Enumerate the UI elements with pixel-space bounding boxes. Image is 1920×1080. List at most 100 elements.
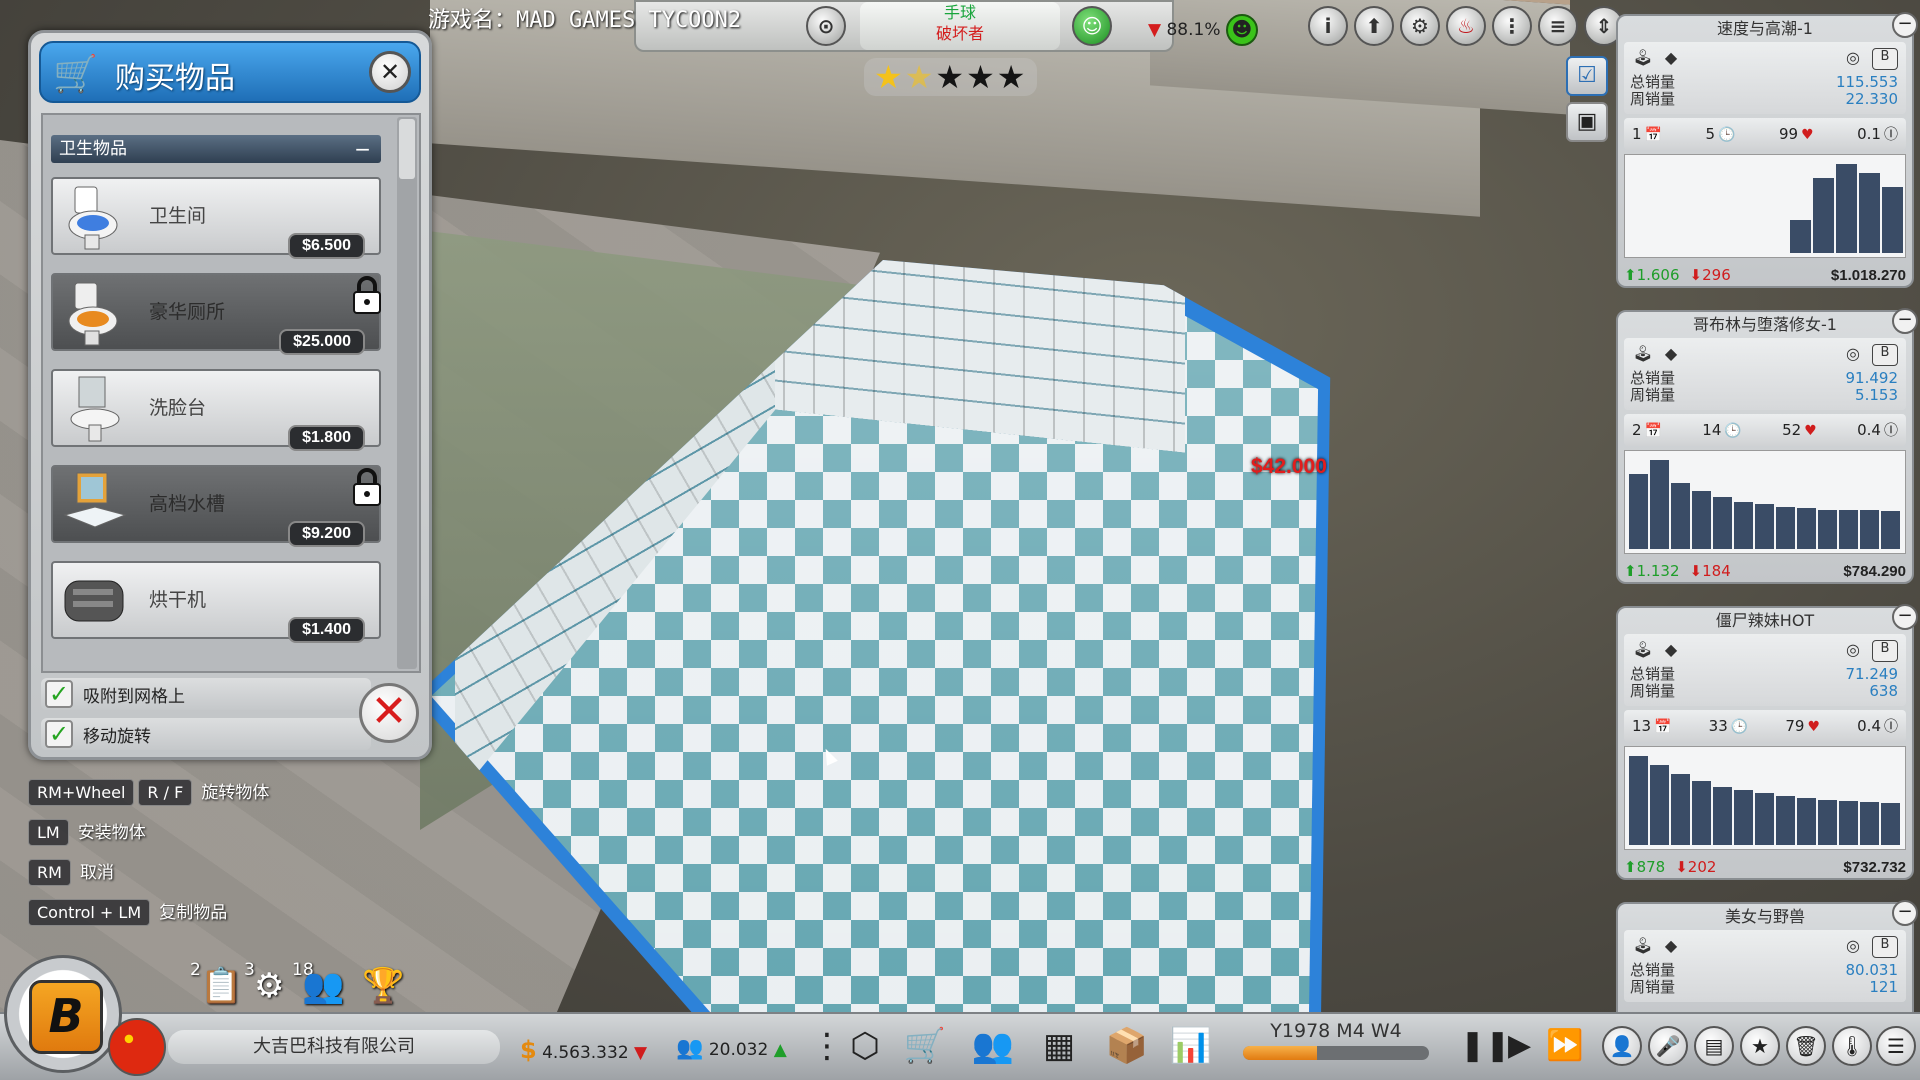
snap-to-grid-toggle[interactable]: ✓ 吸附到网格上 xyxy=(41,678,371,710)
weekly-sales-label: 周销量 xyxy=(1630,386,1676,404)
trash-icon[interactable]: 🗑 xyxy=(1786,1026,1826,1066)
panel-header: 🛒 购买物品 ✕ xyxy=(39,41,421,103)
collapse-icon[interactable]: − xyxy=(354,135,371,163)
list-item[interactable]: 烘干机 $1.400 xyxy=(51,561,381,643)
hint-desc: 安装物体 xyxy=(77,823,146,843)
hand-dryer-icon xyxy=(64,580,124,622)
game-card[interactable]: 速度与高潮-1− 🕹 ◆ ◎ B 总销量 周销量 115.553 22.330 … xyxy=(1616,12,1918,288)
list-scrollbar[interactable] xyxy=(397,117,417,669)
upgrade-arrow-icon[interactable]: ⬆ xyxy=(1354,6,1394,46)
platform-icon: ◆ xyxy=(1664,344,1678,363)
total-sales-value: 91.492 xyxy=(1845,369,1899,387)
sales-bar xyxy=(1776,796,1795,845)
shop-cart-icon[interactable]: 🛒 xyxy=(898,1020,952,1072)
rating-down-arrow-icon: ▼ xyxy=(1148,20,1162,40)
settings-menu-icon[interactable]: ☰ xyxy=(1876,1026,1916,1066)
monitor-button[interactable]: ▣ xyxy=(1566,102,1608,142)
scrollbar-thumb[interactable] xyxy=(399,119,415,179)
sales-labels: 总销量 周销量 xyxy=(1630,666,1675,700)
hint-rotate: RM+Wheel R / F 旋转物体 xyxy=(28,778,269,808)
fast-forward-button[interactable]: ⏩ xyxy=(1546,1028,1583,1063)
item-list[interactable]: 卫生物品 − 卫生间 $6.500 豪华厕所 $25.000 洗脸台 $1.80… xyxy=(41,113,421,673)
list-item[interactable]: 卫生间 $6.500 xyxy=(51,177,381,259)
steering-wheel-icon[interactable]: ⊙ xyxy=(806,6,846,46)
gears-icon[interactable]: ⚙ xyxy=(1400,6,1440,46)
sales-box: 🕹 ◆ ◎ B 总销量 周销量 71.249 638 xyxy=(1624,634,1906,706)
calculator-icon[interactable]: ▦ xyxy=(1032,1020,1086,1072)
category-header[interactable]: 卫生物品 − xyxy=(51,135,381,163)
machines-stat[interactable]: 3 ⚙ xyxy=(244,960,298,1010)
list-item[interactable]: 洗脸台 $1.800 xyxy=(51,369,381,451)
total-sales-label: 总销量 xyxy=(1630,961,1676,979)
hint-copy: Control + LM 复制物品 xyxy=(28,898,227,928)
weeks-value: 2 xyxy=(1632,421,1642,439)
options-icon[interactable]: ⋮ xyxy=(1492,6,1532,46)
cancel-placement-button[interactable]: ✕ xyxy=(359,683,419,743)
stats-row: 13 📅 33 🕒 79 ♥ 0.4 Ⓘ xyxy=(1624,710,1906,742)
star-icon: ★ xyxy=(996,58,1028,96)
genre-display[interactable]: 手球 破坏者 xyxy=(860,2,1060,50)
game-card[interactable]: 美女与野兽 − 🕹 ◆ ◎ B 总销量 周销量 80.031 121 xyxy=(1616,900,1918,1022)
tasks-stat[interactable]: 2 📋 xyxy=(190,960,244,1010)
company-name[interactable]: 大吉巴科技有限公司 xyxy=(168,1030,500,1064)
collapse-button[interactable]: − xyxy=(1892,900,1918,926)
close-button[interactable]: ✕ xyxy=(369,51,411,93)
total-sales-value: 80.031 xyxy=(1845,961,1899,979)
package-icon[interactable]: 📦 xyxy=(1100,1020,1154,1072)
game-card[interactable]: 僵尸辣妹HOT − 🕹 ◆ ◎ B 总销量 周销量 71.249 638 13 📅 … xyxy=(1616,604,1918,880)
collapse-button[interactable]: − xyxy=(1892,308,1918,334)
ghost-icon[interactable]: ☺ xyxy=(1072,6,1112,46)
ip-value: 0.4 xyxy=(1857,717,1881,735)
star-icon: ★ xyxy=(904,58,936,96)
sales-bar xyxy=(1797,508,1816,549)
card-footer: ⬆ 1.606 ⬇ 296 $1.018.270 xyxy=(1624,262,1906,288)
sales-box: 🕹 ◆ ◎ B 总销量 周销量 80.031 121 xyxy=(1624,930,1906,1002)
money-value: 4.563.332 xyxy=(542,1043,629,1063)
awards-stat[interactable]: 🏆 xyxy=(352,960,406,1010)
pause-button[interactable]: ❚❚ xyxy=(1460,1028,1510,1063)
favorites-icon[interactable]: ★ xyxy=(1740,1026,1780,1066)
staff-icon[interactable]: 👥 xyxy=(966,1020,1020,1072)
news-icon[interactable]: ▤ xyxy=(1694,1026,1734,1066)
fans-display[interactable]: 👥 20.032 ▲ xyxy=(676,1036,787,1061)
sales-bar xyxy=(1755,793,1774,845)
statistics-icon[interactable]: 📊 xyxy=(1164,1020,1218,1072)
hype-value: 33 xyxy=(1708,717,1728,735)
game-card[interactable]: 哥布林与堕落修女-1 − 🕹 ◆ ◎ B 总销量 周销量 91.492 5.153… xyxy=(1616,308,1918,584)
weeks-value: 1 xyxy=(1632,125,1642,143)
play-button[interactable]: ▶ xyxy=(1508,1028,1531,1063)
money-display[interactable]: $ 4.563.332 ▼ xyxy=(520,1036,647,1064)
key-label: R / F xyxy=(138,779,193,806)
company-logo[interactable]: B xyxy=(4,955,122,1073)
up-arrow-icon: ⬆ xyxy=(1624,266,1637,284)
fire-alarm-icon[interactable]: ♨ xyxy=(1446,6,1486,46)
game-title: 速度与高潮-1 xyxy=(1717,19,1813,38)
build-cube-icon[interactable]: ⬡ xyxy=(838,1020,892,1072)
trophy-icon: 🏆 xyxy=(362,966,405,1006)
weekly-sales-label: 周销量 xyxy=(1630,90,1676,108)
joystick-icon: 🕹 xyxy=(1632,640,1654,659)
sales-bar xyxy=(1882,187,1903,253)
weekly-sales-chart xyxy=(1624,154,1906,258)
move-rotate-toggle[interactable]: ✓ 移动旋转 xyxy=(41,718,371,750)
list-item[interactable]: 高档水槽 $9.200 xyxy=(51,465,381,547)
microphone-icon[interactable]: 🎤 xyxy=(1648,1026,1688,1066)
love-value: 79 xyxy=(1785,717,1805,735)
collapse-button[interactable]: − xyxy=(1892,604,1918,630)
checklist-button[interactable]: ☑ xyxy=(1566,56,1608,96)
temperature-icon[interactable]: 🌡 xyxy=(1832,1026,1872,1066)
employees-stat[interactable]: 18 👥 xyxy=(292,960,346,1010)
down-value: 184 xyxy=(1702,562,1731,580)
info-icon[interactable]: i xyxy=(1308,6,1348,46)
date-display: Y1978 M4 W4 xyxy=(1236,1020,1436,1072)
people-icon: 👥 xyxy=(302,966,345,1006)
layers-icon[interactable]: ≡ xyxy=(1538,6,1578,46)
sales-bar xyxy=(1650,460,1669,549)
profile-icon[interactable]: 👤 xyxy=(1602,1026,1642,1066)
total-sales-label: 总销量 xyxy=(1630,369,1676,387)
list-item[interactable]: 豪华厕所 $25.000 xyxy=(51,273,381,355)
hype-value: 14 xyxy=(1702,421,1722,439)
smiley-icon: ☻ xyxy=(1225,14,1258,46)
sales-bar xyxy=(1818,510,1837,549)
collapse-button[interactable]: − xyxy=(1892,12,1918,38)
